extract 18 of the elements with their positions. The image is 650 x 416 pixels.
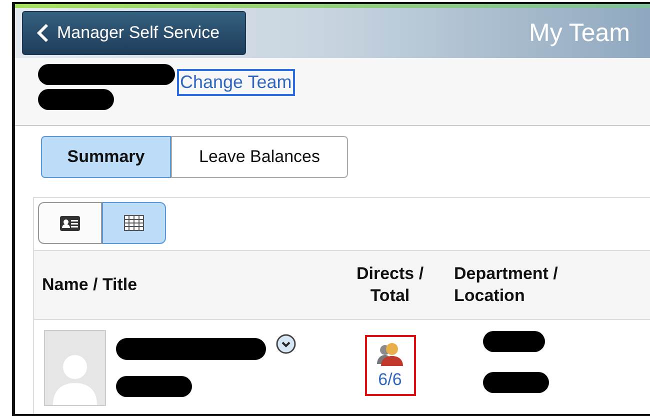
page-title: My Team xyxy=(529,18,630,48)
tab[interactable]: Summary xyxy=(41,136,171,178)
change-team-link[interactable]: Change Team xyxy=(177,69,295,96)
column-header: Directs / Total xyxy=(355,263,425,307)
column-header: Department / Location xyxy=(453,263,559,307)
back-button[interactable]: Manager Self Service xyxy=(22,11,246,55)
chevron-down-icon[interactable] xyxy=(276,334,296,354)
grid-icon xyxy=(124,215,144,231)
chevron-left-icon xyxy=(37,23,49,43)
directs-count-link[interactable]: 6/6 xyxy=(378,370,402,390)
redaction-mark xyxy=(483,331,545,352)
people-icon xyxy=(376,342,404,368)
column-header: Name / Title xyxy=(41,274,138,296)
tab[interactable]: Leave Balances xyxy=(171,136,348,178)
view-toggle[interactable] xyxy=(38,202,102,244)
redaction-mark xyxy=(483,372,549,393)
view-toggle[interactable] xyxy=(102,202,166,244)
id-card-icon xyxy=(60,216,80,230)
